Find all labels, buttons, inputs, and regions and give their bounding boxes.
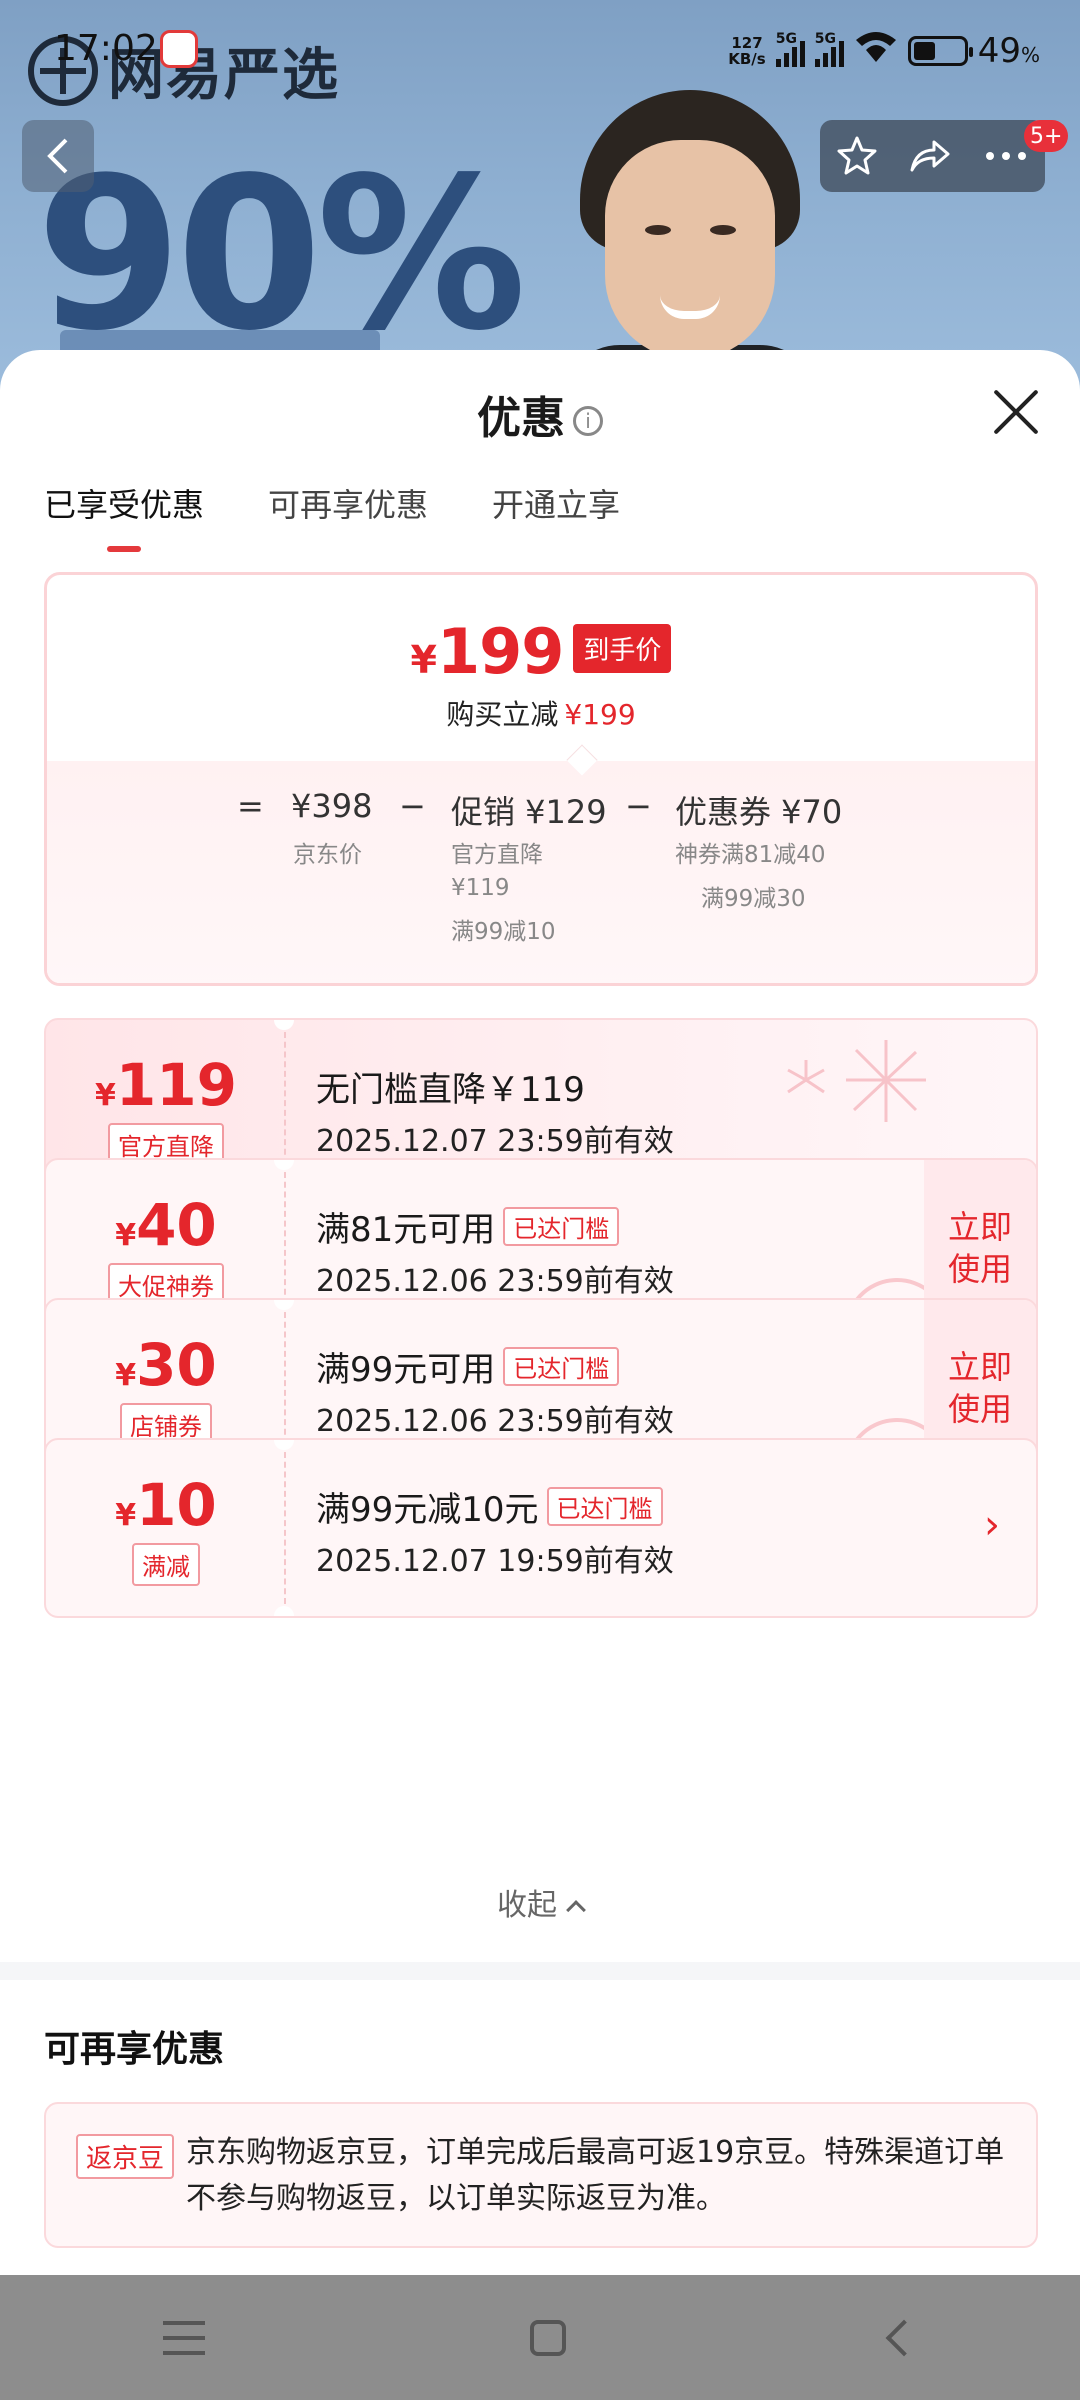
bean-description: 京东购物返京豆，订单完成后最高可返19京豆。特殊渠道订单不参与购物返豆，以订单实… [186,2135,1005,2216]
discount-tabs: 已享受优惠 可再享优惠 开通立享 [44,480,620,552]
tab-more-discounts[interactable]: 可再享优惠 [268,480,428,552]
tab-enjoyed[interactable]: 已享受优惠 [44,480,204,552]
signal-icon: 5G [775,31,805,67]
share-icon[interactable] [908,134,952,178]
sim2-label: 5G [814,30,836,47]
status-time: 17:02 [54,28,158,69]
coupon-price: 优惠券 ¥70 [675,793,843,831]
promo-price: 促销 ¥129 [451,793,607,831]
coupon-amount: ¥10 [115,1470,217,1539]
final-price-tag: 到手价 [573,624,672,673]
jd-price-label: 京东价 [293,842,362,868]
final-price: ¥199 到手价 [47,615,1035,688]
coupon-sub-1: 神券满81减40 [675,842,826,868]
coupon-sub-2: 满99减30 [701,886,806,912]
section-divider [0,1962,1080,1980]
price-summary-card: ¥199 到手价 购买立减 ¥199 = ¥398 京东价 − 促销 ¥129 官方… [44,572,1038,986]
final-price-value: 199 [437,615,564,688]
discount-sheet: 优惠 i 已享受优惠 可再享优惠 开通立享 ¥199 到手价 购买立减 ¥199 = … [0,350,1080,2275]
coupon-validity: 2025.12.06 23:59前有效 [316,1404,674,1439]
system-nav-bar [0,2275,1080,2400]
back-icon[interactable] [885,2319,923,2356]
info-icon[interactable]: i [573,406,603,436]
banner-percent-text: 90% [36,132,527,377]
coupon-title: 满99元可用 已达门槛 [316,1342,620,1391]
wifi-icon [854,28,898,73]
status-bar: 17:02 127 KB/s 5G 5G 49% [0,0,1080,100]
star-icon[interactable] [835,134,879,178]
coupon-title: 无门槛直降￥119 [316,1070,585,1110]
sim1-label: 5G [775,30,797,47]
coupon-card[interactable]: ¥10 满减 满99元减10元 已达门槛 2025.12.07 19:59前有效 … [44,1438,1038,1618]
threshold-tag: 已达门槛 [503,1207,620,1246]
coupon-type-tag: 满减 [132,1542,200,1586]
coupon-validity: 2025.12.06 23:59前有效 [316,1264,674,1299]
firework-decoration [787,1040,926,1122]
threshold-tag: 已达门槛 [503,1347,620,1386]
network-speed-value: 127 [731,33,763,52]
reduce-value: ¥199 [564,698,636,731]
network-speed: 127 KB/s [728,35,765,67]
home-icon[interactable] [529,2319,566,2356]
bean-tag: 返京豆 [76,2134,175,2179]
coupon-amount: ¥40 [115,1190,217,1259]
collapse-button[interactable]: 收起 [0,1880,1080,1924]
coupon-validity: 2025.12.07 23:59前有效 [316,1124,674,1159]
minus-sign: − [399,787,426,825]
coupon-validity: 2025.12.07 19:59前有效 [316,1544,674,1579]
promo-official-value: ¥119 [451,875,510,901]
chevron-right-icon[interactable]: › [984,1502,1000,1548]
equals-sign: = [237,787,264,825]
notification-app-icon [160,30,198,68]
sheet-title-text: 优惠 [477,393,565,444]
coupon-title: 满81元可用 已达门槛 [316,1202,620,1251]
battery-icon [907,35,973,66]
tab-activate[interactable]: 开通立享 [492,480,620,552]
jd-price: ¥398 [291,787,373,825]
back-button[interactable] [22,120,94,192]
promo-official-label: 官方直降 [451,842,543,868]
minus-sign: − [625,787,652,825]
network-speed-unit: KB/s [728,49,766,68]
threshold-tag: 已达门槛 [546,1487,663,1526]
header-actions [820,120,1045,192]
battery-percent: 49% [977,30,1040,71]
reduce-line: 购买立减 ¥199 [47,693,1035,733]
promo-full-reduce: 满99减10 [451,919,556,945]
more-discounts-title: 可再享优惠 [44,2029,225,2070]
chevron-up-icon [566,1900,586,1920]
coupon-amount: ¥119 [95,1050,237,1119]
currency-symbol: ¥ [410,638,437,682]
chevron-left-icon [47,138,68,174]
price-breakdown: = ¥398 京东价 − 促销 ¥129 官方直降 ¥119 满99减10 − … [47,744,1035,983]
close-icon[interactable] [992,388,1040,436]
coupon-amount: ¥30 [115,1330,217,1399]
more-dots-icon[interactable] [982,134,1030,178]
signal-icon: 5G [814,31,844,67]
jd-bean-card: 返京豆 京东购物返京豆，订单完成后最高可返19京豆。特殊渠道订单不参与购物返豆，… [44,2102,1038,2248]
reduce-label: 购买立减 [446,698,559,731]
coupon-title: 满99元减10元 已达门槛 [316,1482,663,1531]
message-count-badge: 5+ [1024,120,1069,152]
collapse-label: 收起 [497,1888,557,1923]
sheet-title: 优惠 i [0,382,1080,446]
menu-icon[interactable] [162,2320,205,2355]
